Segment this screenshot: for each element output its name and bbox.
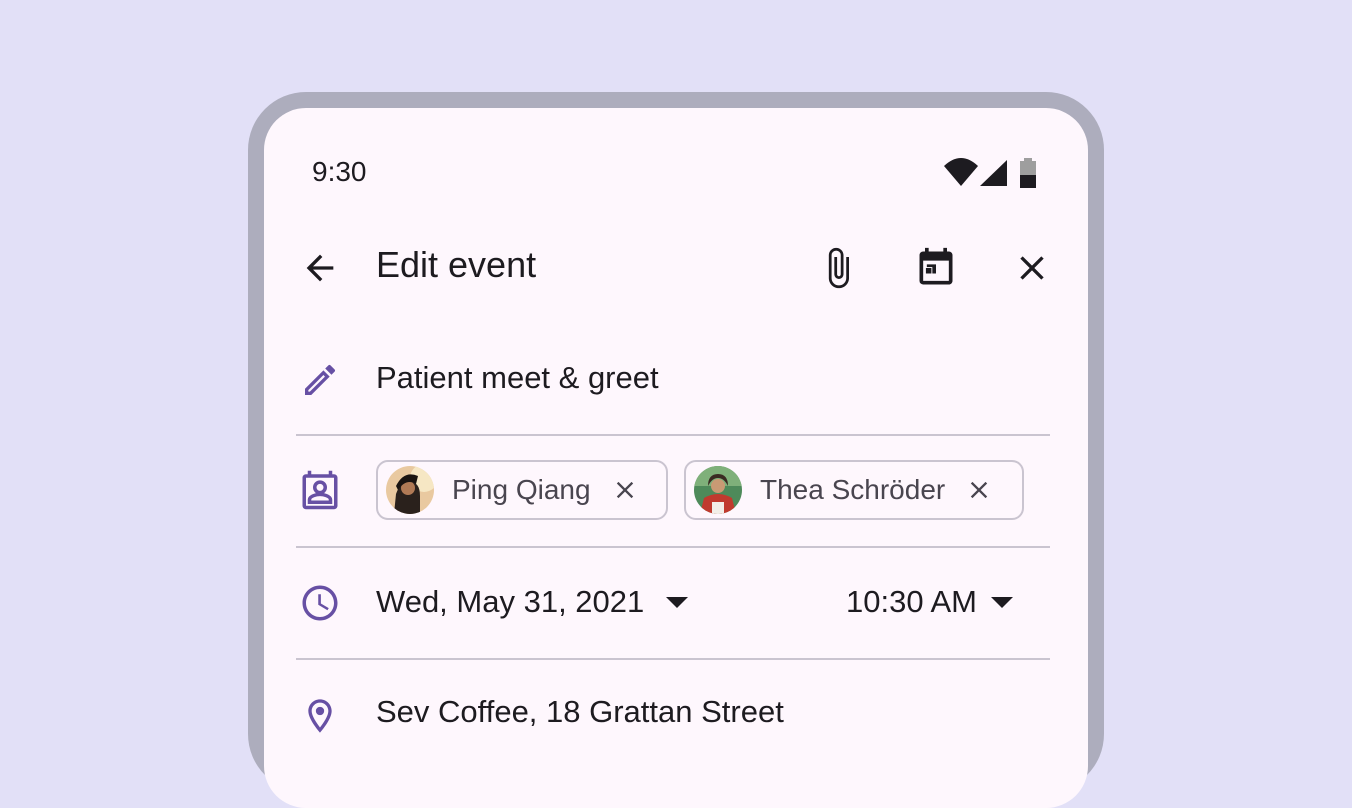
wifi-icon: [944, 158, 978, 186]
remove-attendee-button[interactable]: [611, 476, 639, 504]
divider: [296, 658, 1050, 660]
attachment-icon: [828, 247, 849, 289]
status-icons: [944, 156, 1044, 190]
calendar-button[interactable]: [912, 244, 960, 292]
page-title: Edit event: [376, 244, 537, 285]
contact-calendar-icon: [302, 470, 338, 510]
calendar-icon: [919, 247, 953, 285]
location-icon-wrap: [296, 692, 344, 740]
close-icon: [1020, 256, 1044, 280]
attendee-name: Ping Qiang: [452, 474, 591, 505]
device-screen: 9:30 Edit event Patient meet & greet Pin…: [264, 108, 1088, 808]
date-dropdown[interactable]: Wed, May 31, 2021: [376, 584, 689, 620]
divider: [296, 434, 1050, 436]
edit-icon-wrap: [296, 356, 344, 404]
attendee-chip[interactable]: Ping Qiang: [376, 460, 668, 520]
avatar: [694, 466, 742, 514]
location-field[interactable]: Sev Coffee, 18 Grattan Street: [376, 694, 784, 730]
time-icon-wrap: [296, 579, 344, 627]
clock-icon: [302, 585, 338, 621]
divider: [296, 546, 1050, 548]
time-value: 10:30 AM: [846, 584, 977, 619]
date-value: Wed, May 31, 2021: [376, 584, 645, 619]
location-pin-icon: [308, 699, 332, 733]
close-button[interactable]: [1008, 244, 1056, 292]
attach-button[interactable]: [814, 244, 862, 292]
cellular-signal-icon: [980, 160, 1007, 186]
pencil-icon: [305, 364, 336, 395]
avatar: [386, 466, 434, 514]
battery-icon: [1020, 158, 1036, 188]
attendee-chip[interactable]: Thea Schröder: [684, 460, 1024, 520]
arrow-drop-down-icon: [990, 596, 1013, 608]
status-time: 9:30: [312, 156, 367, 187]
close-icon: [971, 481, 988, 499]
remove-attendee-button[interactable]: [965, 476, 993, 504]
attendee-name: Thea Schröder: [760, 474, 946, 505]
arrow-drop-down-icon: [666, 596, 689, 608]
arrow-back-icon: [306, 254, 334, 282]
back-button[interactable]: [296, 244, 344, 292]
event-title-field[interactable]: Patient meet & greet: [376, 360, 659, 396]
time-dropdown[interactable]: 10:30 AM: [846, 584, 1013, 620]
close-icon: [616, 481, 633, 499]
attendees-icon-wrap: [296, 466, 344, 514]
